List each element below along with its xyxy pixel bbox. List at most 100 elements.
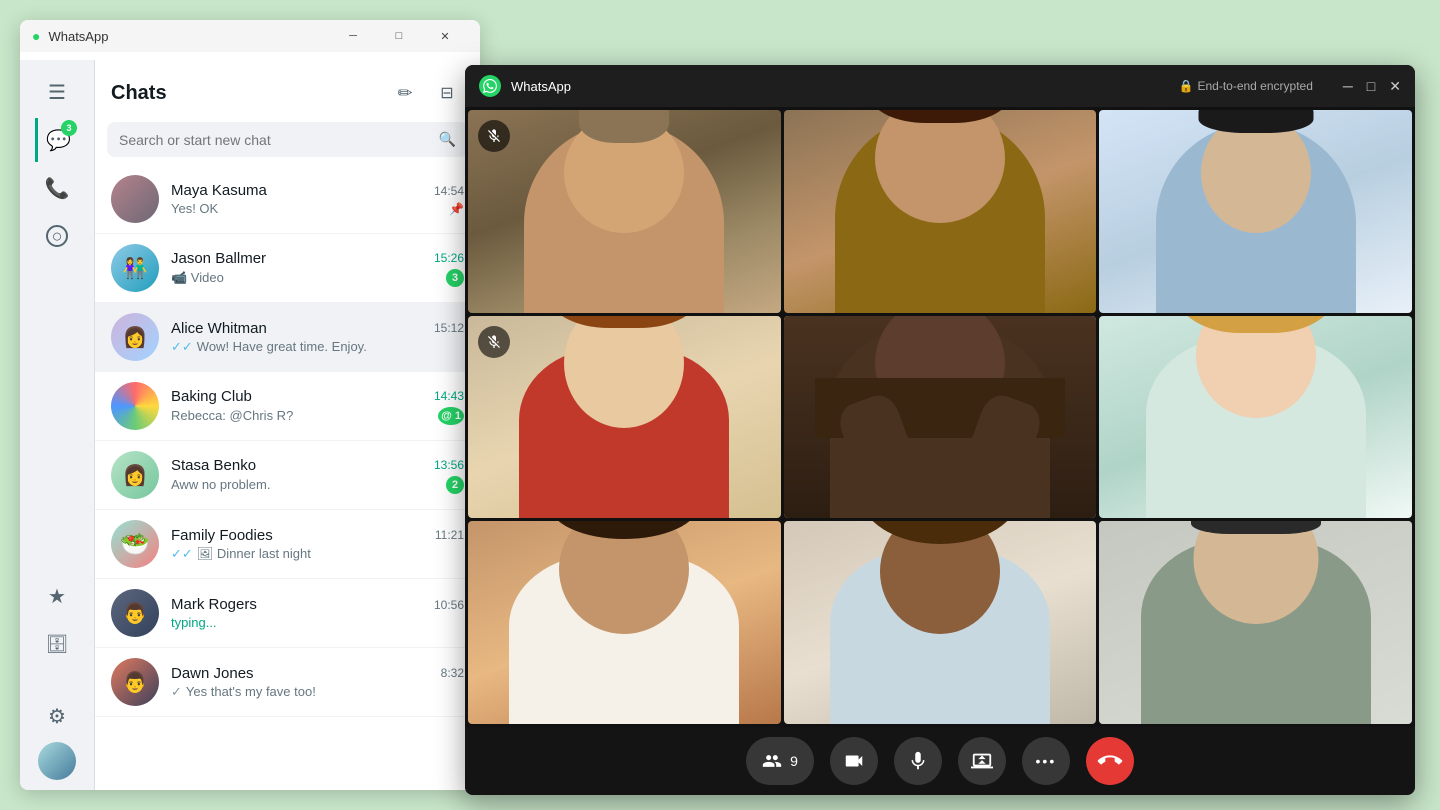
video-maximize-btn[interactable]: □ (1367, 78, 1375, 95)
main-minimize-btn[interactable]: ─ (330, 20, 376, 52)
video-title-bar: WhatsApp 🔒 End-to-end encrypted ─ □ ✕ (465, 65, 1415, 107)
sidebar-item-archived[interactable]: 🗄 (35, 622, 79, 666)
avatar-alice: 👩 (111, 313, 159, 361)
chat-name-dawn: Dawn Jones (171, 665, 254, 682)
chats-title: Chats (111, 82, 167, 105)
chat-time-stasa: 13:56 (434, 458, 464, 472)
main-title-bar: ● WhatsApp ─ □ ✕ (20, 20, 480, 52)
chat-time-maya: 14:54 (434, 184, 464, 198)
participants-button[interactable]: 9 (746, 737, 814, 785)
chat-time-baking: 14:43 (434, 389, 464, 403)
chat-item-baking[interactable]: Baking Club 14:43 Rebecca: @Chris R? @ 1 (95, 372, 480, 441)
chat-preview-maya: Yes! OK (171, 201, 218, 216)
chat-list: Maya Kasuma 14:54 Yes! OK 📌 👫 Jason Ba (95, 165, 480, 790)
chat-badge-baking: @ 1 (438, 407, 464, 425)
double-check-family: ✓✓ (171, 546, 193, 562)
video-minimize-btn[interactable]: ─ (1343, 78, 1353, 95)
sidebar-item-status[interactable]: ○ (35, 214, 79, 258)
avatar-maya (111, 175, 159, 223)
chat-name-family: Family Foodies (171, 527, 273, 544)
chat-item-mark[interactable]: 👨 Mark Rogers 10:56 typing... (95, 579, 480, 648)
video-cell-4 (468, 316, 781, 519)
video-camera-icon (843, 750, 865, 772)
screen-share-icon (971, 750, 993, 772)
starred-icon: ★ (48, 584, 66, 609)
chats-header: Chats ✏ ⊟ (95, 60, 480, 118)
video-cell-5 (784, 316, 1097, 519)
call-controls-bar: 9 ••• (465, 727, 1415, 795)
video-cell-9 (1099, 521, 1412, 724)
chat-time-jason: 15:26 (434, 251, 464, 265)
chat-item-jason[interactable]: 👫 Jason Ballmer 15:26 📹 Video 3 (95, 234, 480, 303)
filter-button[interactable]: ⊟ (430, 76, 464, 110)
participants-icon (762, 751, 782, 771)
chat-item-alice[interactable]: 👩 Alice Whitman 15:12 ✓✓ Wow! Have great… (95, 303, 480, 372)
video-window-controls: ─ □ ✕ (1343, 78, 1401, 95)
chat-preview-alice: ✓✓ Wow! Have great time. Enjoy. (171, 339, 367, 355)
chat-item-stasa[interactable]: 👩 Stasa Benko 13:56 Aww no problem. 2 (95, 441, 480, 510)
settings-icon: ⚙ (48, 704, 66, 729)
user-avatar[interactable] (38, 742, 76, 780)
avatar-jason: 👫 (111, 244, 159, 292)
video-close-btn[interactable]: ✕ (1389, 78, 1401, 95)
microphone-button[interactable] (894, 737, 942, 785)
chat-preview-mark: typing... (171, 615, 217, 630)
chat-info-baking: Baking Club 14:43 Rebecca: @Chris R? @ 1 (171, 388, 464, 425)
chat-info-stasa: Stasa Benko 13:56 Aww no problem. 2 (171, 457, 464, 494)
chat-item-maya[interactable]: Maya Kasuma 14:54 Yes! OK 📌 (95, 165, 480, 234)
video-wa-logo (479, 75, 501, 97)
search-icon: 🔍 (439, 131, 456, 148)
chat-preview-dawn: ✓ Yes that's my fave too! (171, 684, 316, 700)
sidebar-item-starred[interactable]: ★ (35, 574, 79, 618)
new-chat-button[interactable]: ✏ (388, 76, 422, 110)
main-wa-logo: ● (32, 28, 40, 44)
sidebar: ☰ 💬 3 📞 ○ ★ 🗄 ⚙ (20, 60, 95, 790)
video-app-title: WhatsApp (511, 79, 1169, 94)
sidebar-item-calls[interactable]: 📞 (35, 166, 79, 210)
single-check-dawn: ✓ (171, 684, 182, 700)
chat-item-family[interactable]: 🥗 Family Foodies 11:21 ✓✓ 🖼 Dinner last … (95, 510, 480, 579)
video-cell-3 (1099, 110, 1412, 313)
chat-preview-family: ✓✓ 🖼 Dinner last night (171, 546, 311, 562)
calls-icon: 📞 (45, 176, 70, 201)
video-call-window: WhatsApp 🔒 End-to-end encrypted ─ □ ✕ (465, 65, 1415, 795)
chat-time-family: 11:21 (435, 528, 464, 542)
video-cell-6 (1099, 316, 1412, 519)
video-toggle-button[interactable] (830, 737, 878, 785)
sidebar-bottom: ★ 🗄 ⚙ (35, 574, 79, 790)
chat-time-dawn: 8:32 (441, 666, 464, 680)
screen-share-button[interactable] (958, 737, 1006, 785)
chat-info-dawn: Dawn Jones 8:32 ✓ Yes that's my fave too… (171, 665, 464, 700)
main-maximize-btn[interactable]: □ (376, 20, 422, 52)
search-input[interactable] (119, 132, 439, 148)
chat-preview-baking: Rebecca: @Chris R? (171, 408, 293, 423)
end-call-button[interactable] (1086, 737, 1134, 785)
chat-item-dawn[interactable]: 👨 Dawn Jones 8:32 ✓ Yes that's my fave t… (95, 648, 480, 717)
new-chat-icon: ✏ (397, 83, 412, 104)
chat-name-stasa: Stasa Benko (171, 457, 256, 474)
chat-preview-jason: 📹 Video (171, 270, 224, 286)
main-window-title: WhatsApp (48, 29, 108, 44)
avatar-baking (111, 382, 159, 430)
sidebar-item-menu[interactable]: ☰ (35, 70, 79, 114)
video-cell-1 (468, 110, 781, 313)
avatar-mark: 👨 (111, 589, 159, 637)
main-close-btn[interactable]: ✕ (422, 20, 468, 52)
video-cell-7 (468, 521, 781, 724)
typing-indicator: typing... (171, 615, 217, 630)
chat-name-jason: Jason Ballmer (171, 250, 266, 267)
double-check-alice: ✓✓ (171, 339, 193, 355)
pinned-icon-maya: 📌 (449, 202, 464, 216)
main-whatsapp-window: ● WhatsApp ─ □ ✕ ☰ 💬 3 📞 ○ ★ 🗄 (20, 20, 480, 790)
chat-info-alice: Alice Whitman 15:12 ✓✓ Wow! Have great t… (171, 320, 464, 355)
chat-time-mark: 10:56 (434, 598, 464, 612)
sidebar-item-settings[interactable]: ⚙ (35, 694, 79, 738)
menu-icon: ☰ (48, 80, 66, 105)
more-options-button[interactable]: ••• (1022, 737, 1070, 785)
chats-header-icons: ✏ ⊟ (388, 76, 464, 110)
sidebar-item-chats[interactable]: 💬 3 (35, 118, 79, 162)
encryption-label: 🔒 End-to-end encrypted (1179, 79, 1313, 93)
chat-info-jason: Jason Ballmer 15:26 📹 Video 3 (171, 250, 464, 287)
more-options-icon: ••• (1036, 753, 1057, 769)
avatar-stasa: 👩 (111, 451, 159, 499)
